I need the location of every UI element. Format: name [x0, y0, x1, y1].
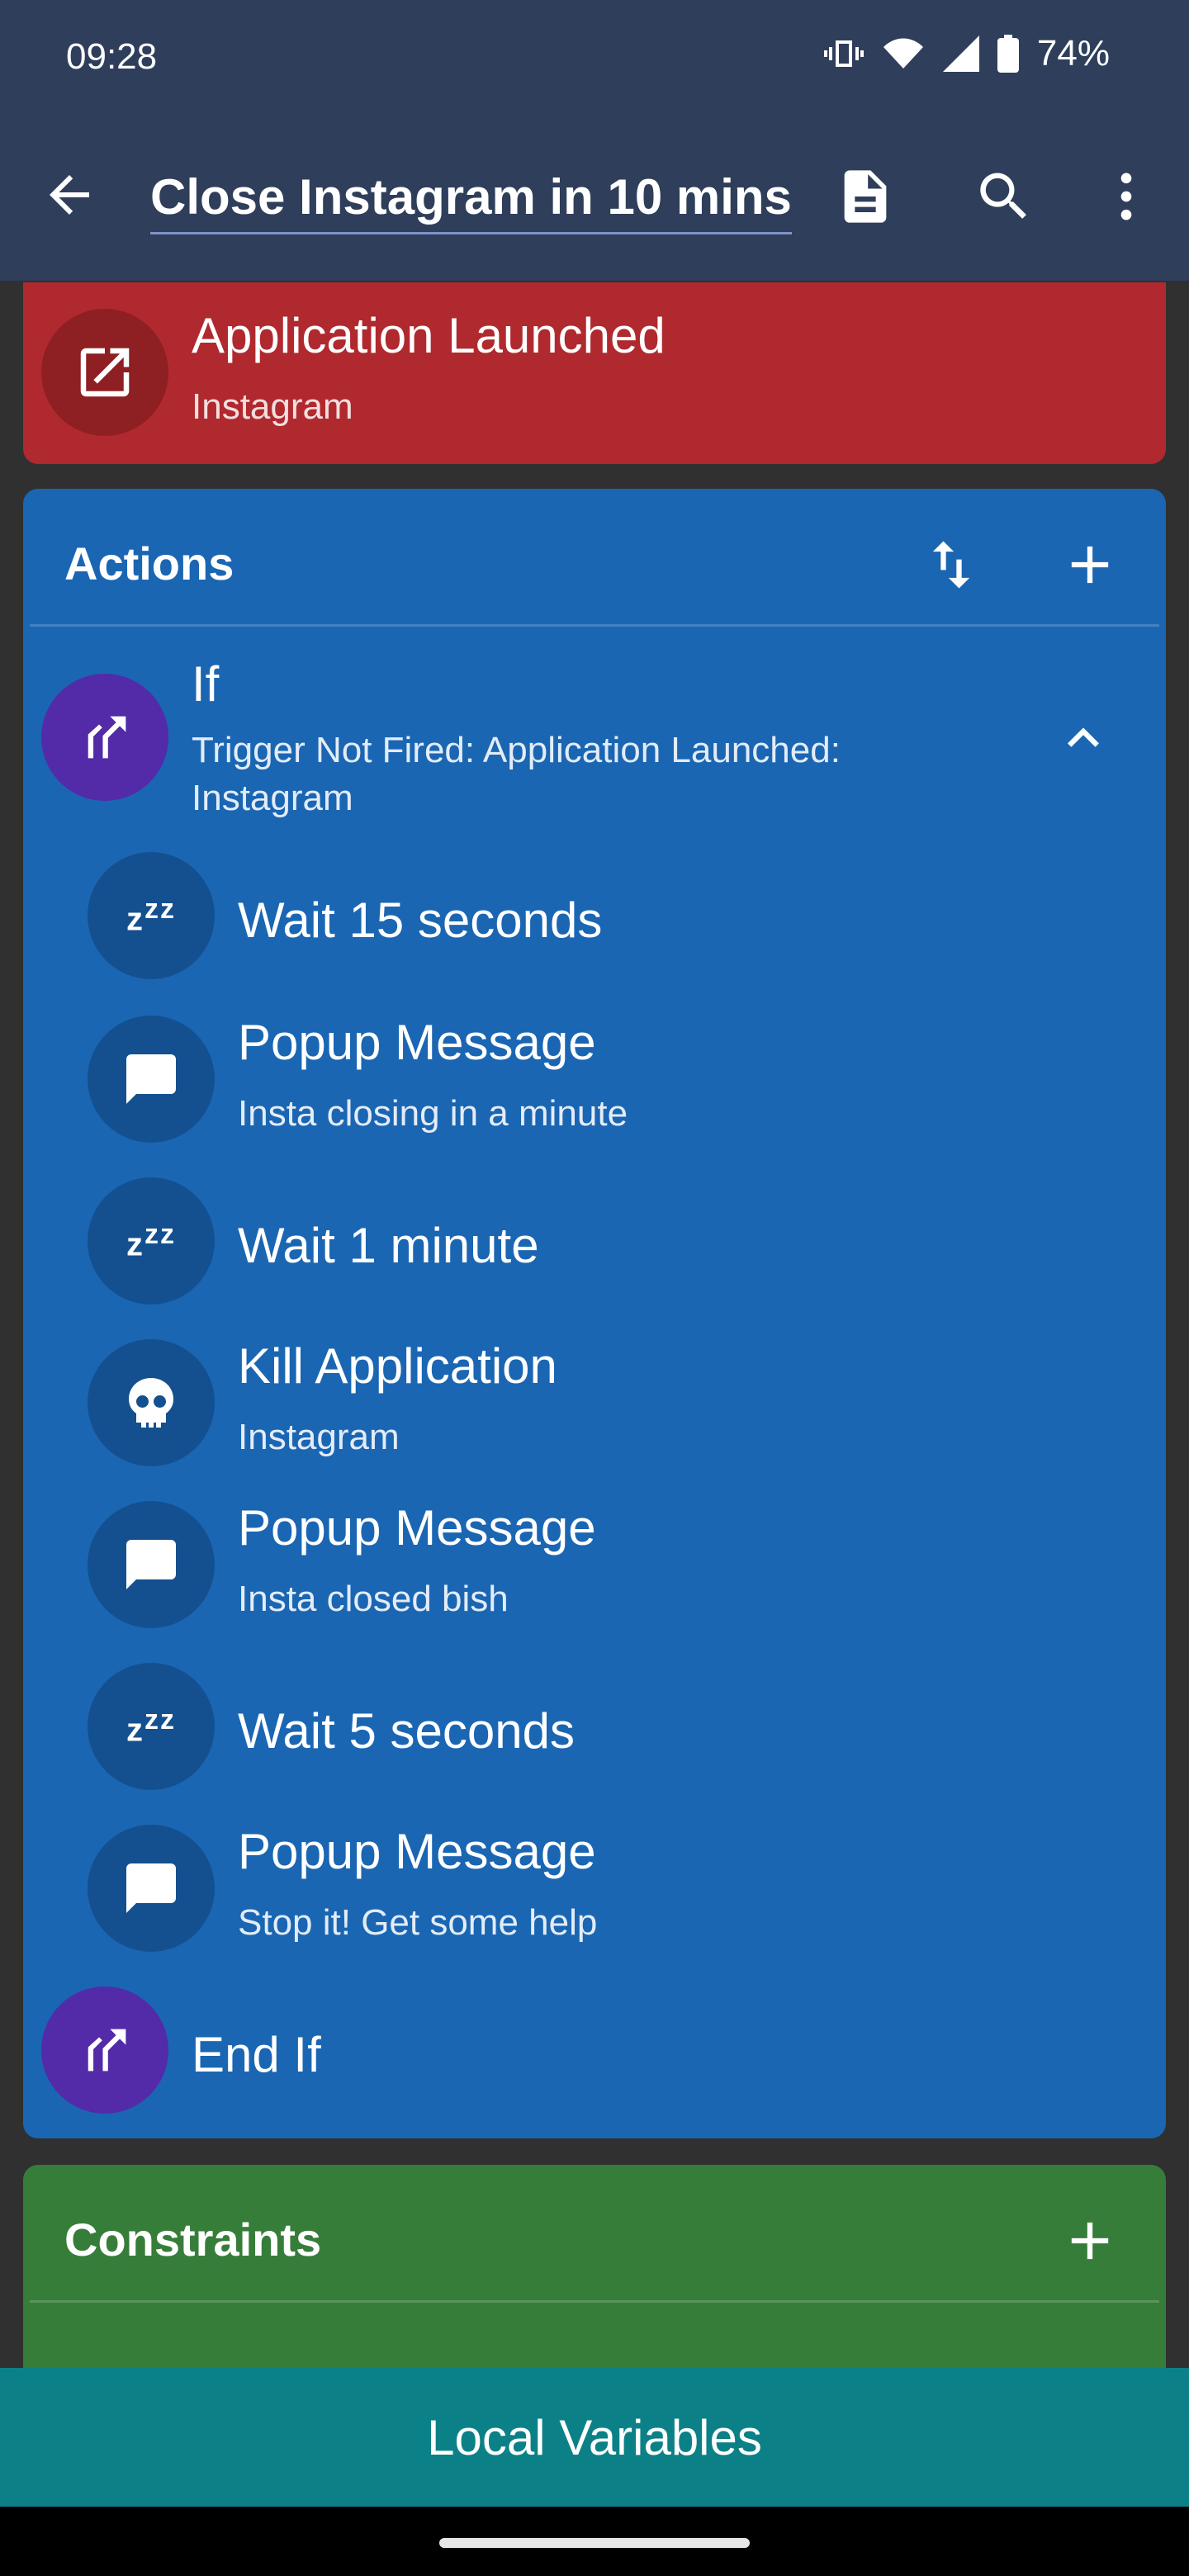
constraints-divider [30, 2300, 1159, 2303]
add-constraint-button[interactable] [1059, 2209, 1121, 2272]
add-action-button[interactable] [1059, 533, 1121, 596]
description-button[interactable] [834, 165, 897, 228]
gesture-handle[interactable] [439, 2538, 750, 2548]
message-icon [88, 1825, 215, 1952]
actions-card: Actions If Trigger Not Fired: Applicatio… [23, 489, 1166, 2138]
battery-percent: 74% [1036, 33, 1110, 73]
action-subtitle: Insta closed bish [238, 1579, 509, 1619]
sleep-icon: zzz [88, 1177, 215, 1305]
macro-name-field[interactable]: Close Instagram in 10 mins [150, 168, 792, 234]
constraints-header: Constraints [64, 2214, 322, 2266]
wifi-icon [882, 34, 925, 73]
plus-icon [1071, 546, 1109, 584]
sleep-icon: zzz [88, 1663, 215, 1790]
more-vert-icon [1120, 173, 1132, 220]
app-header: 09:28 74% Close Instagram in 10 mins [0, 0, 1189, 281]
if-condition-line2: Instagram [192, 778, 353, 818]
plus-icon [1071, 2222, 1109, 2260]
status-time: 09:28 [66, 36, 158, 77]
action-subtitle: Instagram [238, 1417, 400, 1457]
action-title: Popup Message [238, 1824, 596, 1879]
branch-icon [41, 674, 168, 801]
battery-icon [997, 35, 1019, 73]
vibrate-icon [823, 34, 864, 73]
actions-header: Actions [64, 537, 234, 590]
action-subtitle: Insta closing in a minute [238, 1093, 628, 1134]
arrow-back-icon [50, 175, 89, 215]
trigger-card[interactable]: Application Launched Instagram [23, 282, 1166, 464]
trigger-subtitle: Instagram [192, 386, 353, 427]
branch-icon [41, 1986, 168, 2114]
reorder-actions-button[interactable] [920, 533, 983, 596]
action-title: Kill Application [238, 1338, 557, 1394]
local-variables-label: Local Variables [427, 2409, 762, 2465]
action-title: Wait 1 minute [238, 1218, 539, 1273]
message-icon [88, 1016, 215, 1143]
action-title: Popup Message [238, 1500, 596, 1556]
system-nav-bar [0, 2507, 1189, 2576]
search-button[interactable] [973, 165, 1035, 228]
signal-icon [942, 36, 979, 72]
actions-divider [30, 624, 1159, 627]
if-title: If [192, 656, 220, 712]
action-title: Wait 15 seconds [238, 893, 603, 948]
action-title: Popup Message [238, 1015, 596, 1070]
sleep-icon: zzz [88, 852, 215, 979]
action-title: Wait 5 seconds [238, 1703, 575, 1759]
if-condition-line1: Trigger Not Fired: Application Launched: [192, 730, 841, 770]
back-button[interactable] [40, 165, 99, 225]
local-variables-button[interactable]: Local Variables [0, 2368, 1189, 2507]
chevron-up-icon [1068, 727, 1099, 747]
end-if-title: End If [192, 2027, 321, 2082]
collapse-button[interactable] [1052, 707, 1115, 769]
skull-icon [88, 1339, 215, 1466]
swap-vert-icon [932, 541, 970, 589]
overflow-menu-button[interactable] [1095, 165, 1158, 228]
search-icon [980, 173, 1026, 219]
open-in-new-icon [41, 309, 168, 436]
trigger-title: Application Launched [192, 308, 666, 363]
action-subtitle: Stop it! Get some help [238, 1902, 598, 1943]
status-icons: 74% [823, 33, 1110, 74]
document-icon [844, 170, 887, 223]
message-icon [88, 1501, 215, 1628]
